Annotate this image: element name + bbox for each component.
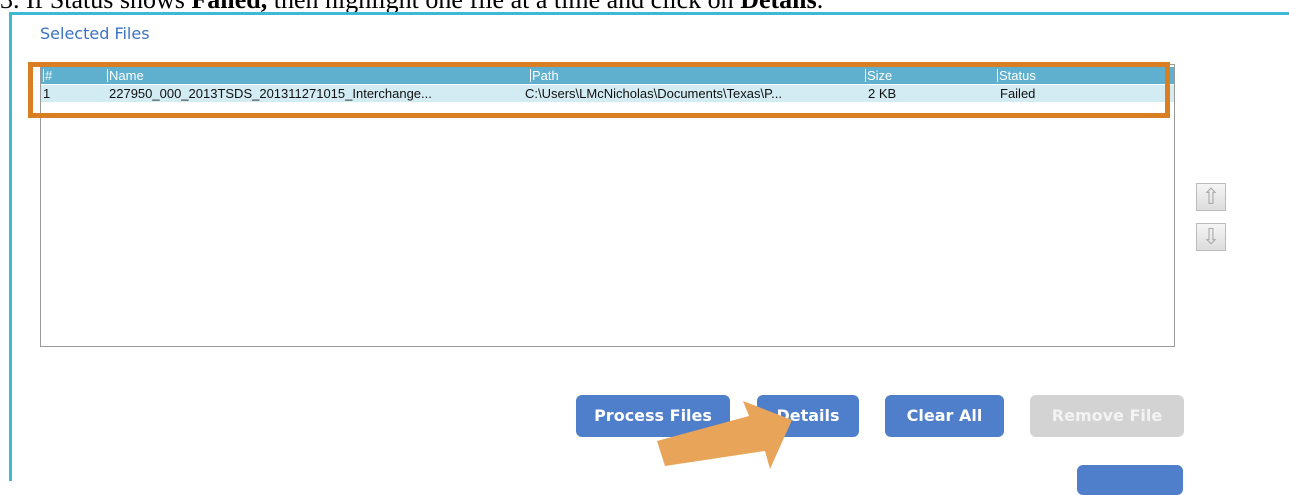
pointer-arrow-icon bbox=[657, 401, 792, 469]
